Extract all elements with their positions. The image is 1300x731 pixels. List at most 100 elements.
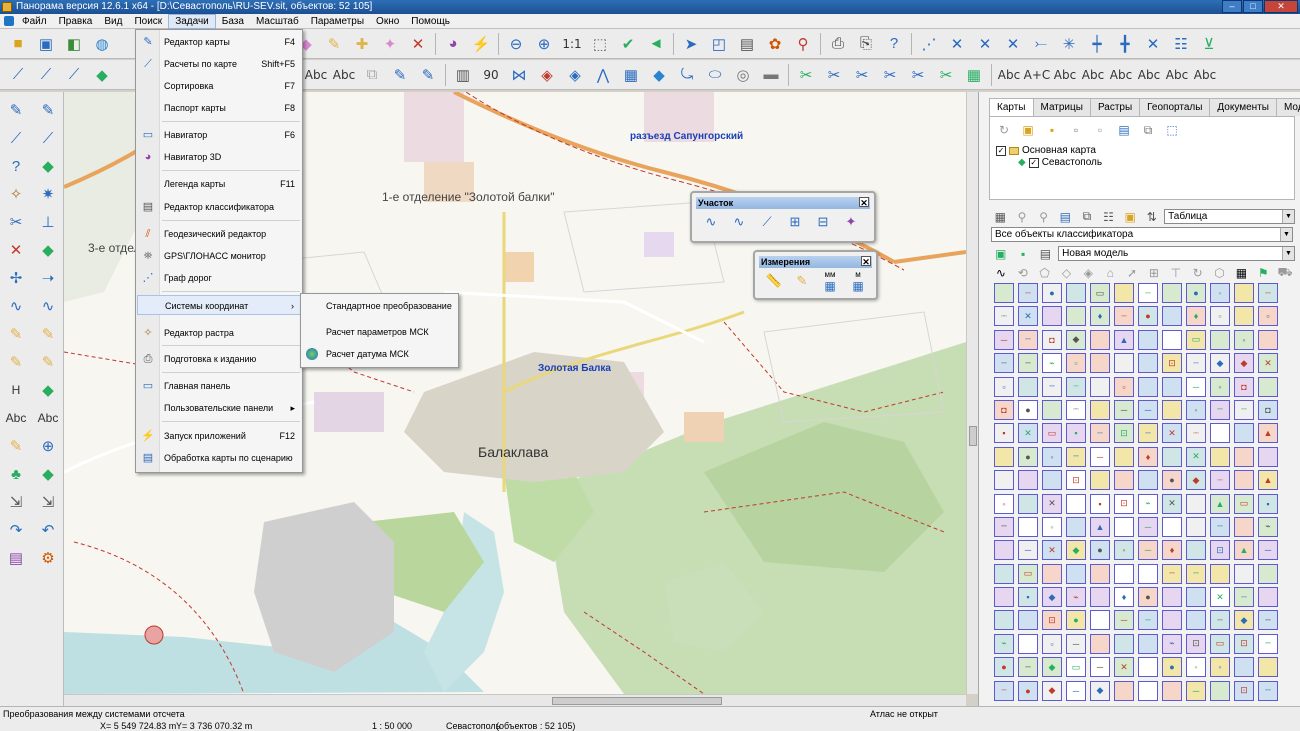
symbol-swatch[interactable]: ♦ [1090,306,1110,327]
symbol-swatch[interactable]: ▫ [994,376,1014,397]
symbol-swatch[interactable]: ◘ [994,399,1014,420]
symbol-swatch[interactable]: ◦ [1114,540,1134,561]
ellipse-icon[interactable]: ⬭ [701,62,729,88]
symbol-swatch[interactable] [1258,563,1278,584]
symbol-swatch[interactable]: ▫ [1114,376,1134,397]
zoom-in-icon[interactable]: ⊕ [530,31,558,57]
diamond-fill-icon[interactable]: ◆ [645,62,673,88]
text-tool-3[interactable]: Abc [995,62,1023,88]
symbol-swatch[interactable]: ● [1042,283,1062,303]
symbol-swatch[interactable]: ┄ [1210,516,1230,537]
symbol-swatch[interactable] [1090,399,1110,420]
circle-grid-icon[interactable]: ◎ [729,62,757,88]
menu-file[interactable]: Файл [16,14,53,29]
redo-icon[interactable]: ↷ [0,516,32,544]
symbol-swatch[interactable]: ✕ [1018,423,1038,444]
symbol-swatch[interactable]: ┄ [1234,399,1254,420]
add-object-icon[interactable]: ✚ [348,31,376,57]
symbol-swatch[interactable] [1210,563,1230,584]
copy-object-icon[interactable]: ⧉ [358,62,386,88]
map-layers-icon[interactable]: ⧉ [1138,121,1158,139]
symbol-swatch[interactable]: ✕ [1186,446,1206,467]
minimize-button[interactable]: – [1222,0,1242,13]
symbol-swatch[interactable]: ▪ [1258,493,1278,514]
type-poly-icon[interactable]: ⬠ [1035,264,1055,282]
line-tool-2-icon[interactable]: ✕ [943,31,971,57]
select-frame-icon[interactable]: ◰ [705,31,733,57]
text-tool-8[interactable]: Abc [1135,62,1163,88]
tab-documents[interactable]: Документы [1209,98,1277,116]
symbol-swatch[interactable]: ⊡ [1234,633,1254,654]
symbol-swatch[interactable] [1114,633,1134,654]
grid-points-icon[interactable]: ⋈ [505,62,533,88]
symbol-swatch[interactable]: ✕ [1018,306,1038,327]
area-split-icon[interactable]: ◆ [32,460,64,488]
submenu-item-msk-parameters[interactable]: Расчет параметров МСК [302,321,457,343]
model-select[interactable]: Новая модель ▼ [1058,246,1295,261]
symbol-swatch[interactable] [1114,516,1134,537]
symbol-swatch[interactable] [1258,376,1278,397]
text-tool-9[interactable]: Abc [1163,62,1191,88]
symbol-swatch[interactable]: ⊡ [1042,610,1062,631]
symbol-swatch[interactable]: ┄ [1210,610,1230,631]
symbol-swatch[interactable]: ◦ [1186,657,1206,678]
measure-area-m-button[interactable]: м ▦ [845,270,871,293]
symbol-swatch[interactable]: ▭ [1090,283,1110,303]
symbol-swatch[interactable]: ◆ [1066,329,1086,350]
symbol-swatch[interactable]: ◆ [1090,680,1110,701]
tree-root-checkbox[interactable]: ✓ [996,146,1006,156]
symbol-swatch[interactable]: ┈ [994,306,1014,327]
symbol-swatch[interactable] [1234,283,1254,303]
symbol-swatch[interactable]: ▪ [1090,493,1110,514]
symbol-swatch[interactable]: ◘ [1042,329,1062,350]
draw-line-icon[interactable]: ✎ [0,96,32,124]
symbol-swatch[interactable]: ▲ [1234,540,1254,561]
wave-line-2-icon[interactable]: ∿ [32,292,64,320]
globe-icon[interactable]: ◍ [88,31,116,57]
open-map-icon[interactable]: ▣ [1018,121,1038,139]
angle-icon[interactable]: ⋀ [589,62,617,88]
symbol-swatch[interactable]: ✕ [1210,587,1230,608]
menu-item-coordinate-systems[interactable]: Системы координат › [137,295,301,315]
symbol-swatch[interactable] [1042,306,1062,327]
symbol-swatch[interactable] [1066,306,1086,327]
symbol-swatch[interactable]: ▲ [1258,423,1278,444]
symbol-swatch[interactable] [1138,657,1158,678]
type-table-icon[interactable]: ▦ [1231,264,1251,282]
symbol-swatch[interactable] [1258,446,1278,467]
model-edit-icon[interactable]: ▤ [1036,245,1055,263]
cursor-icon[interactable]: ➤ [677,31,705,57]
edit-line-3-icon[interactable]: ⟋ [60,62,88,88]
map-vertical-scrollbar[interactable] [966,92,978,694]
symbol-swatch[interactable] [1114,470,1134,491]
symbol-swatch[interactable]: ─ [1138,399,1158,420]
check-icon[interactable]: ✔ [614,31,642,57]
menu-item-script-processing[interactable]: ▤ Обработка карты по сценарию [137,448,301,468]
symbol-swatch[interactable] [1162,516,1182,537]
refresh-icon[interactable]: ↻ [994,121,1014,139]
symbol-swatch[interactable] [1042,563,1062,584]
menu-item-navigator[interactable]: ▭ Навигатор F6 [137,125,301,145]
symbol-swatch[interactable] [994,587,1014,608]
type-hatch-icon[interactable]: ⊞ [1144,264,1164,282]
scale-1-1-button[interactable]: 1:1 [558,31,586,57]
cut-icon-1[interactable]: ✂ [792,62,820,88]
mesh-icon[interactable]: ▦ [960,62,988,88]
symbol-swatch[interactable]: ╌ [1210,399,1230,420]
symbol-swatch[interactable]: ◦ [1234,329,1254,350]
symbol-swatch[interactable]: ◆ [1210,353,1230,374]
submenu-item-standard-transform[interactable]: Стандартное преобразование [302,295,457,317]
symbol-swatch[interactable]: ┈ [1210,470,1230,491]
symbol-swatch[interactable]: ╌ [1138,610,1158,631]
edit-line-icon[interactable]: ⟋ [4,62,32,88]
line-tool-4-icon[interactable]: ✕ [999,31,1027,57]
area-icon[interactable]: ◆ [32,152,64,180]
symbol-swatch[interactable]: ┄ [1186,353,1206,374]
help-draw-icon[interactable]: ? [0,152,32,180]
edit-vertex-2-icon[interactable]: ✎ [414,62,442,88]
symbol-swatch[interactable]: ╌ [1018,353,1038,374]
symbol-swatch[interactable]: ╌ [1258,633,1278,654]
symbol-swatch[interactable]: ┄ [1162,563,1182,584]
segment-tool-1-icon[interactable]: ∿ [698,211,724,233]
text-tool-10[interactable]: Abc [1191,62,1219,88]
